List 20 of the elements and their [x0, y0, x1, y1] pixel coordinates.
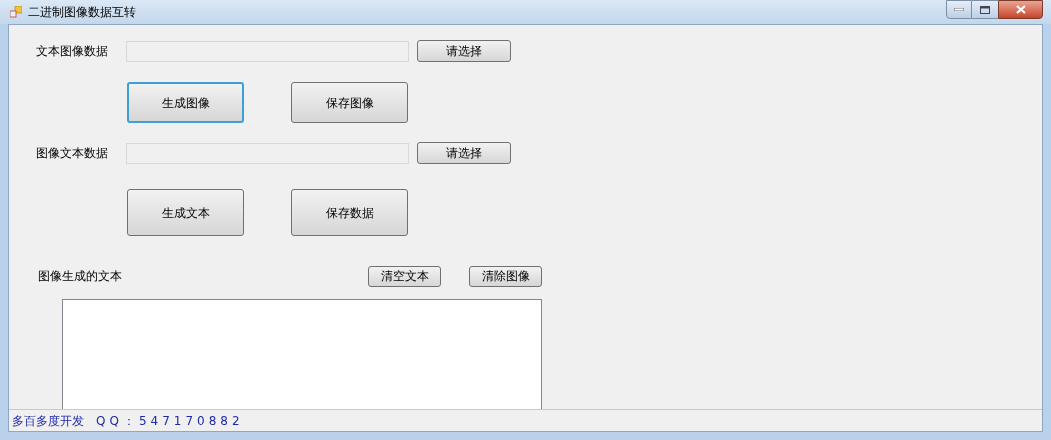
action-button[interactable]: 生成图像 — [127, 82, 244, 123]
clear-button[interactable]: 清除图像 — [469, 265, 542, 287]
close-button[interactable] — [998, 0, 1043, 19]
minimize-icon — [954, 8, 964, 11]
maximize-icon — [980, 5, 990, 14]
action-button[interactable]: 生成文本 — [127, 189, 244, 236]
output-label: 图像生成的文本 — [38, 268, 123, 285]
action-button[interactable]: 保存数据 — [291, 189, 408, 236]
maximize-button[interactable] — [972, 0, 998, 19]
qq-text: QQ：547170882 — [96, 412, 244, 430]
app-icon — [10, 6, 22, 18]
window-title: 二进制图像数据互转 — [28, 4, 136, 21]
field-label: 文本图像数据 — [36, 43, 109, 60]
clear-button[interactable]: 清空文本 — [368, 265, 441, 287]
field-label: 图像文本数据 — [36, 145, 109, 162]
author-text: 多百多度开发 — [12, 412, 84, 430]
action-button[interactable]: 保存图像 — [291, 82, 408, 123]
close-icon — [1015, 5, 1026, 14]
browse-button[interactable]: 请选择 — [417, 142, 511, 164]
browse-button[interactable]: 请选择 — [417, 40, 511, 62]
